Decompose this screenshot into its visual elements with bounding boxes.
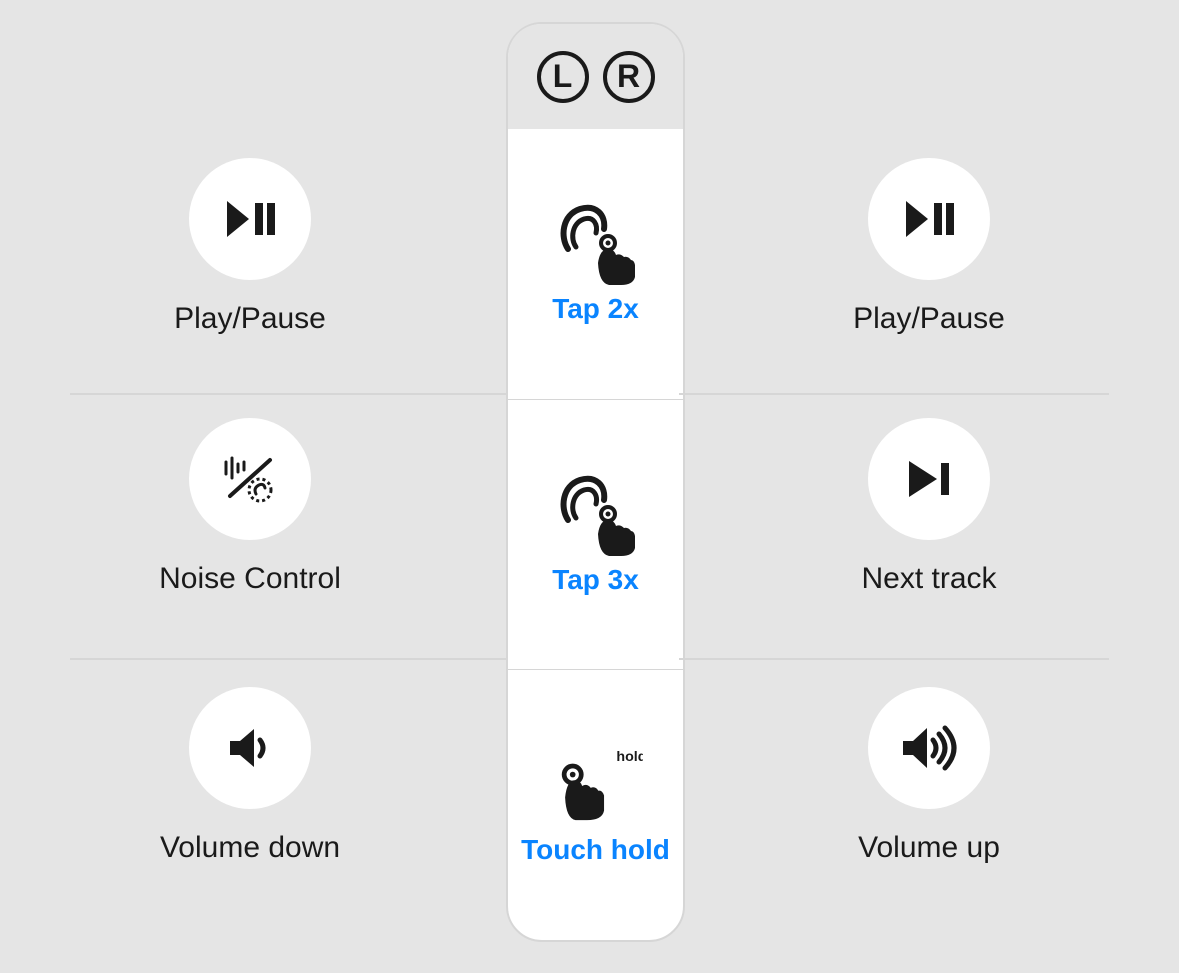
noise-control-icon bbox=[220, 452, 280, 506]
volume-up-button[interactable] bbox=[868, 687, 990, 809]
lr-header: L R bbox=[508, 24, 683, 129]
play-pause-button[interactable] bbox=[868, 158, 990, 280]
noise-control-button[interactable] bbox=[189, 418, 311, 540]
control-row-3: Volume down Volume up bbox=[0, 687, 1179, 865]
left-volume-down-label: Volume down bbox=[160, 831, 340, 865]
play-pause-button[interactable] bbox=[189, 158, 311, 280]
next-track-icon bbox=[905, 459, 953, 499]
right-earbud-letter: R bbox=[617, 58, 640, 95]
left-volume-down-control[interactable]: Volume down bbox=[70, 687, 430, 865]
left-earbud-letter: L bbox=[553, 58, 573, 95]
divider bbox=[679, 393, 1109, 395]
next-track-button[interactable] bbox=[868, 418, 990, 540]
right-earbud-indicator: R bbox=[603, 51, 655, 103]
play-pause-icon bbox=[902, 199, 956, 239]
volume-up-icon bbox=[899, 724, 959, 772]
divider bbox=[70, 393, 508, 395]
volume-down-icon bbox=[226, 726, 274, 770]
right-next-track-control[interactable]: Next track bbox=[749, 418, 1109, 596]
control-row-2: Noise Control Next track bbox=[0, 418, 1179, 596]
play-pause-icon bbox=[223, 199, 277, 239]
right-volume-up-label: Volume up bbox=[858, 831, 1000, 865]
left-play-pause-label: Play/Pause bbox=[174, 302, 326, 336]
left-earbud-indicator: L bbox=[537, 51, 589, 103]
volume-down-button[interactable] bbox=[189, 687, 311, 809]
left-noise-control[interactable]: Noise Control bbox=[70, 418, 430, 596]
divider bbox=[679, 658, 1109, 660]
left-noise-control-label: Noise Control bbox=[159, 562, 341, 596]
control-row-1: Play/Pause Play/Pause bbox=[0, 158, 1179, 336]
right-volume-up-control[interactable]: Volume up bbox=[749, 687, 1109, 865]
left-play-pause-control[interactable]: Play/Pause bbox=[70, 158, 430, 336]
right-play-pause-label: Play/Pause bbox=[853, 302, 1005, 336]
right-play-pause-control[interactable]: Play/Pause bbox=[749, 158, 1109, 336]
divider bbox=[70, 658, 508, 660]
right-next-track-label: Next track bbox=[861, 562, 996, 596]
